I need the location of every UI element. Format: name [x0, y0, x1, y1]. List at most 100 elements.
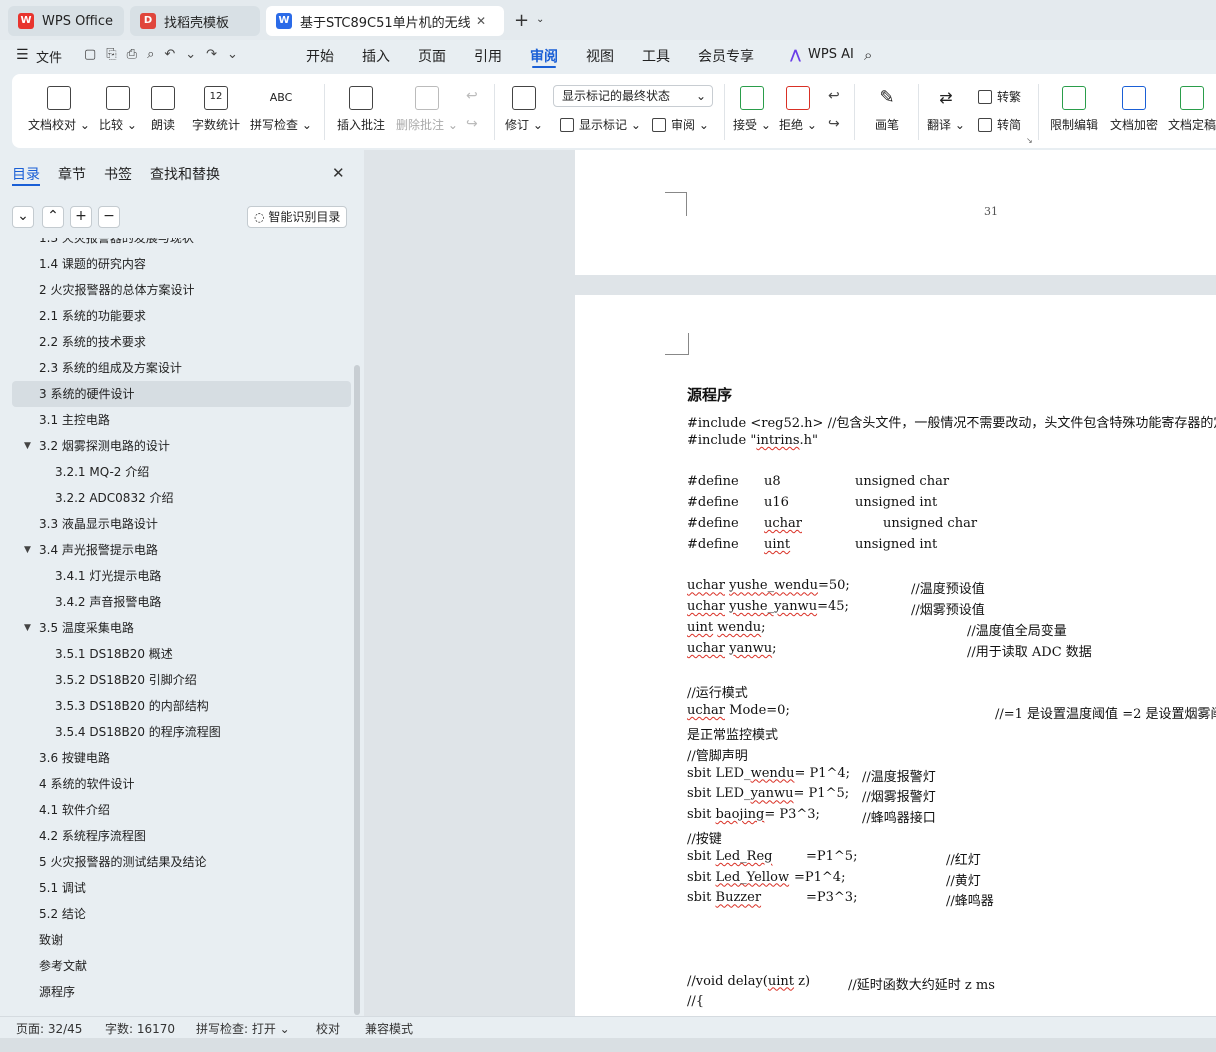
toc-item[interactable]: 2.1 系统的功能要求: [0, 303, 350, 329]
prev-comment-icon[interactable]: ↩: [466, 88, 478, 104]
word-count-status[interactable]: 字数: 16170: [105, 1020, 175, 1037]
hamburger-icon[interactable]: ☰: [16, 47, 29, 63]
toc-item[interactable]: 4.2 系统程序流程图: [0, 823, 350, 849]
toc-item[interactable]: 3.2.2 ADC0832 介绍: [0, 485, 350, 511]
menu-view[interactable]: 视图: [586, 46, 614, 66]
tab-docer-templates[interactable]: D 找稻壳模板: [130, 6, 260, 36]
next-change-icon[interactable]: ↪: [828, 116, 840, 132]
code-line: sbit Buzzer =P3^3; //蜂鸣器: [687, 890, 1216, 910]
page-32[interactable]: 源程序 #include <reg52.h> //包含头文件，一般情况不需要改动…: [575, 295, 1216, 1016]
toc-item[interactable]: 3.1 主控电路: [0, 407, 350, 433]
toc-item[interactable]: 3.2.1 MQ-2 介绍: [0, 459, 350, 485]
proof-status[interactable]: 校对: [316, 1020, 340, 1037]
toc-item[interactable]: 2 火灾报警器的总体方案设计: [0, 277, 350, 303]
toc-item[interactable]: 致谢: [0, 927, 350, 953]
review-pane-button[interactable]: 审阅 ⌄: [652, 116, 709, 133]
plus-icon[interactable]: +: [70, 206, 92, 228]
close-icon[interactable]: ✕: [332, 164, 345, 182]
compare-button[interactable]: 比较 ⌄: [98, 82, 138, 133]
toc-item[interactable]: 2.2 系统的技术要求: [0, 329, 350, 355]
menu-review[interactable]: 审阅: [530, 46, 558, 66]
toc-item[interactable]: 3 系统的硬件设计: [12, 381, 351, 407]
ribbon-divider: [494, 84, 495, 140]
chevron-down-icon[interactable]: ⌄: [536, 14, 544, 25]
search-icon[interactable]: ⌕: [864, 46, 872, 64]
toc-item[interactable]: 5.1 调试: [0, 875, 350, 901]
toc-item[interactable]: 3.4.2 声音报警电路: [0, 589, 350, 615]
toc-item[interactable]: 3.2 烟雾探测电路的设计 ▼: [0, 433, 350, 459]
collapse-all-icon[interactable]: ⌄: [12, 206, 34, 228]
code-line: #include "intrins.h": [687, 433, 1216, 453]
toc-item[interactable]: 3.5 温度采集电路 ▼: [0, 615, 350, 641]
revise-button[interactable]: 修订 ⌄: [504, 82, 544, 133]
toc-item[interactable]: 3.5.1 DS18B20 概述: [0, 641, 350, 667]
expand-triangle-icon[interactable]: ▼: [24, 433, 31, 459]
toc-item[interactable]: 2.3 系统的组成及方案设计: [0, 355, 350, 381]
toc-item[interactable]: 3.5.3 DS18B20 的内部结构: [0, 693, 350, 719]
toc-item[interactable]: 3.3 液晶显示电路设计: [0, 511, 350, 537]
doc-check-button[interactable]: 文档校对 ⌄: [28, 82, 90, 133]
wps-ai-icon[interactable]: ⋀: [790, 48, 801, 63]
toc-item[interactable]: 源程序: [0, 979, 350, 1005]
toc-item[interactable]: 3.5.2 DS18B20 引脚介绍: [0, 667, 350, 693]
page-indicator[interactable]: 页面: 32/45: [16, 1020, 82, 1037]
toc-item[interactable]: 3.6 按键电路: [0, 745, 350, 771]
accept-button[interactable]: 接受 ⌄: [732, 82, 772, 133]
prev-change-icon[interactable]: ↩: [828, 88, 840, 104]
translate-button[interactable]: ⇄ 翻译 ⌄: [926, 82, 966, 133]
menu-reference[interactable]: 引用: [474, 46, 502, 66]
menu-file[interactable]: 文件: [36, 47, 62, 66]
tab-wps-office[interactable]: W WPS Office: [8, 6, 124, 36]
menu-page[interactable]: 页面: [418, 46, 446, 66]
tab-bookmark[interactable]: 书签: [104, 164, 132, 184]
to-traditional-button[interactable]: 转繁: [978, 88, 1021, 105]
menu-start[interactable]: 开始: [306, 46, 334, 66]
toc-item[interactable]: 参考文献: [0, 953, 350, 979]
next-comment-icon[interactable]: ↪: [466, 116, 478, 132]
toc-item[interactable]: 4.1 软件介绍: [0, 797, 350, 823]
toc-item[interactable]: 5.2 结论: [0, 901, 350, 927]
tab-chapter[interactable]: 章节: [58, 164, 86, 184]
tab-current-document[interactable]: W 基于STC89C51单片机的无线& ✕: [266, 6, 504, 36]
quick-access-icons[interactable]: ▢⎘⎙⌕↶⌄↷⌄: [84, 47, 248, 62]
minus-icon[interactable]: −: [98, 206, 120, 228]
tab-find-replace[interactable]: 查找和替换: [150, 164, 220, 184]
expand-up-icon[interactable]: ⌃: [42, 206, 64, 228]
show-markup-button[interactable]: 显示标记 ⌄: [560, 116, 641, 133]
toc-item[interactable]: 3.5.4 DS18B20 的程序流程图: [0, 719, 350, 745]
insert-comment-button[interactable]: 插入批注: [334, 82, 388, 133]
to-simplified-button[interactable]: 转简: [978, 116, 1021, 133]
finalize-button[interactable]: 文档定稿: [1168, 82, 1216, 133]
menu-insert[interactable]: 插入: [362, 46, 390, 66]
code-text: //=1 是设置温度阈值 =2 是设置烟雾阈值: [995, 707, 1216, 723]
toc-item[interactable]: 1.4 课题的研究内容: [0, 251, 350, 277]
toc-item[interactable]: 1.3 火灾报警器的发展与现状: [0, 238, 350, 251]
expand-dialog-icon[interactable]: ↘: [1026, 136, 1033, 145]
toc-item[interactable]: 5 火灾报警器的测试结果及结论: [0, 849, 350, 875]
markup-state-select[interactable]: 显示标记的最终状态 ⌄: [553, 85, 713, 107]
expand-triangle-icon[interactable]: ▼: [24, 537, 31, 563]
spell-check-button[interactable]: ABC 拼写检查 ⌄: [250, 82, 312, 133]
restrict-edit-button[interactable]: 限制编辑: [1048, 82, 1100, 133]
toc-item[interactable]: 3.4 声光报警提示电路 ▼: [0, 537, 350, 563]
tab-toc[interactable]: 目录: [12, 164, 40, 184]
delete-comment-button[interactable]: 删除批注 ⌄: [396, 82, 458, 133]
new-tab-icon[interactable]: +: [514, 10, 529, 31]
menu-tools[interactable]: 工具: [642, 46, 670, 66]
word-count-button[interactable]: 12 字数统计: [190, 82, 242, 133]
pen-button[interactable]: ✎ 画笔: [870, 82, 904, 133]
pen-label: 画笔: [874, 118, 899, 132]
toc-item[interactable]: 3.4.1 灯光提示电路: [0, 563, 350, 589]
read-aloud-button[interactable]: 朗读: [148, 82, 178, 133]
spell-check-status[interactable]: 拼写检查: 打开 ⌄: [196, 1020, 290, 1037]
toc-scrollbar[interactable]: [354, 365, 360, 1015]
smart-toc-button[interactable]: ◌ 智能识别目录: [247, 206, 348, 228]
menu-member[interactable]: 会员专享: [698, 46, 754, 66]
encrypt-button[interactable]: 文档加密: [1108, 82, 1160, 133]
reject-button[interactable]: 拒绝 ⌄: [778, 82, 818, 133]
close-icon[interactable]: ✕: [476, 14, 486, 28]
toc-item[interactable]: 4 系统的软件设计: [0, 771, 350, 797]
toc-item-label: 致谢: [39, 933, 64, 947]
menu-wps-ai[interactable]: WPS AI: [808, 47, 854, 62]
expand-triangle-icon[interactable]: ▼: [24, 615, 31, 641]
